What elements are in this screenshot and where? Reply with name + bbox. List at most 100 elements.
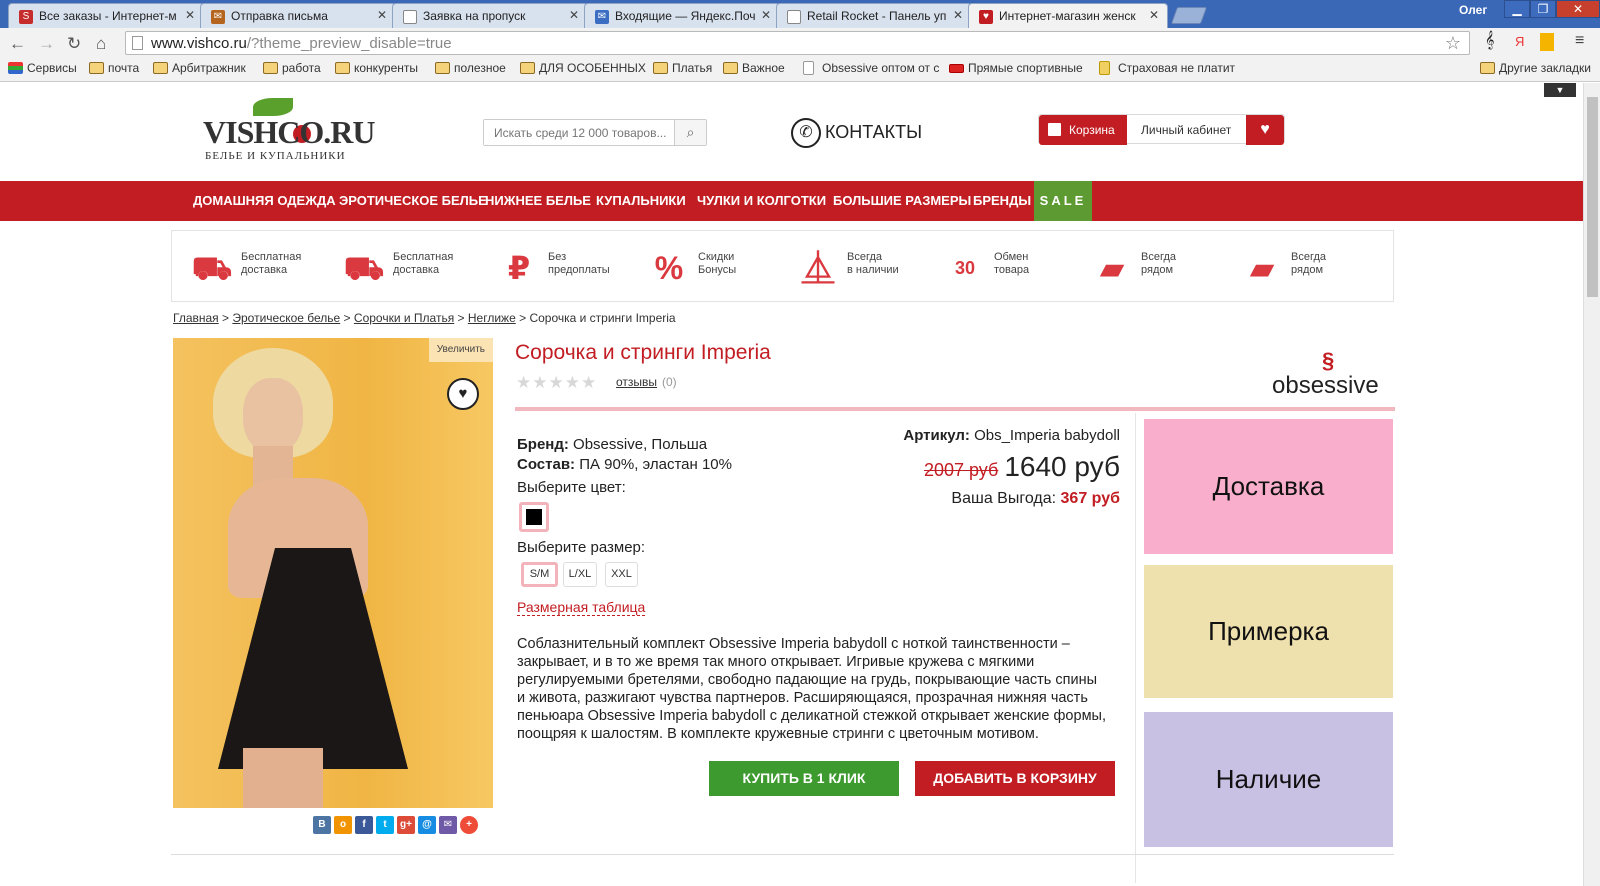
vk-icon[interactable]: В xyxy=(313,816,331,834)
tab-close-icon[interactable]: ✕ xyxy=(761,8,771,22)
tab-favicon-icon: ✉ xyxy=(211,10,225,24)
divider xyxy=(1135,413,1136,883)
site-logo[interactable]: VISHCO.RU БЕЛЬЕ И КУПАЛЬНИКИ xyxy=(203,98,375,163)
bookmark-item[interactable]: Арбитражник xyxy=(153,61,246,75)
color-swatch-black[interactable] xyxy=(519,502,549,532)
google-plus-icon[interactable]: g+ xyxy=(397,816,415,834)
browser-tab[interactable]: ✉ Входящие — Яндекс.Поч ✕ xyxy=(584,3,780,28)
brand-logo[interactable]: § obsessive xyxy=(1272,348,1387,399)
email-icon[interactable]: ✉ xyxy=(439,816,457,834)
extension-music-icon[interactable]: 𝄞 xyxy=(1485,32,1494,50)
close-window-button[interactable]: ✕ xyxy=(1556,0,1600,18)
browser-tab[interactable]: Заявка на пропуск ✕ xyxy=(392,3,588,28)
divider xyxy=(171,854,1394,855)
bookmark-item[interactable]: Прямые спортивные xyxy=(949,61,1083,75)
page-icon xyxy=(1099,61,1110,75)
facebook-icon[interactable]: f xyxy=(355,816,373,834)
browser-tab[interactable]: S Все заказы - Интернет-м ✕ xyxy=(8,3,204,28)
scrollbar-thumb[interactable] xyxy=(1587,97,1598,297)
page-scrollbar[interactable] xyxy=(1583,83,1600,886)
size-option[interactable]: XXL xyxy=(605,562,638,587)
menu-item-swimwear[interactable]: КУПАЛЬНИКИ xyxy=(596,181,686,221)
page-info-icon[interactable] xyxy=(132,36,143,50)
tab-close-icon[interactable]: ✕ xyxy=(953,8,963,22)
tab-close-icon[interactable]: ✕ xyxy=(1149,8,1159,22)
tab-favicon-icon xyxy=(787,10,801,24)
availability-box[interactable]: Наличие xyxy=(1144,712,1393,847)
new-tab-button[interactable] xyxy=(1170,7,1208,24)
forward-icon[interactable]: → xyxy=(38,34,55,54)
divider xyxy=(515,407,1395,411)
favorite-heart-icon[interactable]: ♥ xyxy=(447,378,479,410)
tab-close-icon[interactable]: ✕ xyxy=(377,8,387,22)
contacts-link[interactable]: ✆ КОНТАКТЫ xyxy=(791,118,922,148)
folder-icon xyxy=(653,62,668,74)
bookmark-item[interactable]: Платья xyxy=(653,61,712,75)
address-bar[interactable]: www.vishco.ru/?theme_preview_disable=tru… xyxy=(125,31,1470,55)
menu-item-home-wear[interactable]: ДОМАШНЯЯ ОДЕЖДА xyxy=(193,181,336,221)
browser-tab-active[interactable]: ♥ Интернет-магазин женск ✕ xyxy=(968,3,1168,28)
twitter-icon[interactable]: t xyxy=(376,816,394,834)
bookmark-item[interactable]: полезное xyxy=(435,61,506,75)
fitting-box[interactable]: Примерка xyxy=(1144,565,1393,698)
size-table-link[interactable]: Размерная таблица xyxy=(517,599,646,616)
account-link[interactable]: Личный кабинет xyxy=(1141,115,1231,145)
home-icon[interactable]: ⌂ xyxy=(96,34,106,54)
rating-stars[interactable]: ★★★★★ xyxy=(516,373,597,393)
size-option[interactable]: L/XL xyxy=(563,562,597,587)
extension-bookmark-icon[interactable] xyxy=(1540,33,1554,51)
menu-item-underwear[interactable]: НИЖНЕЕ БЕЛЬЕ xyxy=(485,181,591,221)
menu-icon[interactable]: ≡ xyxy=(1575,32,1584,50)
minimize-button[interactable]: ▁ xyxy=(1504,0,1530,18)
wishlist-heart-icon[interactable]: ♥ xyxy=(1246,115,1284,145)
bookmark-item[interactable]: Страховая не платит xyxy=(1099,61,1235,75)
bookmark-item[interactable]: Obsessive оптом от с xyxy=(803,61,939,75)
zoom-button[interactable]: Увеличить xyxy=(428,338,493,362)
reload-icon[interactable]: ↻ xyxy=(67,34,81,54)
menu-item-plus-size[interactable]: БОЛЬШИЕ РАЗМЕРЫ xyxy=(833,181,971,221)
collapse-toggle[interactable]: ▼ xyxy=(1544,83,1576,97)
product-image[interactable]: Увеличить ♥ xyxy=(173,338,493,808)
reviews-link[interactable]: отзывы xyxy=(616,375,657,389)
bookmark-star-icon[interactable]: ☆ xyxy=(1445,33,1461,54)
breadcrumb-link[interactable]: Сорочки и Платья xyxy=(354,311,454,325)
odnoklassniki-icon[interactable]: о xyxy=(334,816,352,834)
product-title: Сорочка и стринги Imperia xyxy=(515,341,771,364)
breadcrumb-link[interactable]: Главная xyxy=(173,311,219,325)
add-to-cart-button[interactable]: ДОБАВИТЬ В КОРЗИНУ xyxy=(915,761,1115,796)
search-icon[interactable]: ⌕ xyxy=(674,120,706,145)
search-input[interactable] xyxy=(484,120,674,145)
bookmark-item[interactable]: Сервисы xyxy=(8,61,77,75)
browser-tab[interactable]: Retail Rocket - Панель уп ✕ xyxy=(776,3,972,28)
exchange-30-icon: 30 xyxy=(954,258,976,278)
breadcrumb-link[interactable]: Эротическое белье xyxy=(232,311,340,325)
back-icon[interactable]: ← xyxy=(9,34,26,54)
bookmark-item[interactable]: Другие закладки xyxy=(1480,61,1591,75)
menu-item-sale[interactable]: SALE xyxy=(1034,181,1092,221)
breadcrumb-link[interactable]: Неглиже xyxy=(468,311,516,325)
size-option-selected[interactable]: S/M xyxy=(521,562,558,587)
folder-icon xyxy=(263,62,278,74)
mailru-icon[interactable]: @ xyxy=(418,816,436,834)
extension-yandex-icon[interactable]: Я xyxy=(1515,34,1524,49)
more-icon[interactable]: + xyxy=(460,816,478,834)
main-menu: ДОМАШНЯЯ ОДЕЖДА ЭРОТИЧЕСКОЕ БЕЛЬЕ НИЖНЕЕ… xyxy=(0,181,1583,221)
bookmark-item[interactable]: Важное xyxy=(723,61,785,75)
cart-button[interactable]: Корзина xyxy=(1039,115,1127,145)
browser-tab[interactable]: ✉ Отправка письма ✕ xyxy=(200,3,396,28)
tab-close-icon[interactable]: ✕ xyxy=(185,8,195,22)
bookmark-item[interactable]: конкуренты xyxy=(335,61,418,75)
maximize-button[interactable]: ❐ xyxy=(1530,0,1556,18)
menu-item-erotic[interactable]: ЭРОТИЧЕСКОЕ БЕЛЬЕ xyxy=(339,181,487,221)
page-icon xyxy=(803,61,814,75)
tab-favicon-icon: S xyxy=(19,10,33,24)
buy-one-click-button[interactable]: КУПИТЬ В 1 КЛИК xyxy=(709,761,899,796)
profile-name[interactable]: Олег xyxy=(1459,3,1487,17)
bookmark-item[interactable]: работа xyxy=(263,61,321,75)
menu-item-stockings[interactable]: ЧУЛКИ И КОЛГОТКИ xyxy=(697,181,826,221)
menu-item-brands[interactable]: БРЕНДЫ xyxy=(973,181,1031,221)
tab-close-icon[interactable]: ✕ xyxy=(569,8,579,22)
delivery-box[interactable]: Доставка xyxy=(1144,419,1393,554)
bookmark-item[interactable]: почта xyxy=(89,61,139,75)
bookmark-item[interactable]: ДЛЯ ОСОБЕННЫХ xyxy=(520,61,646,75)
